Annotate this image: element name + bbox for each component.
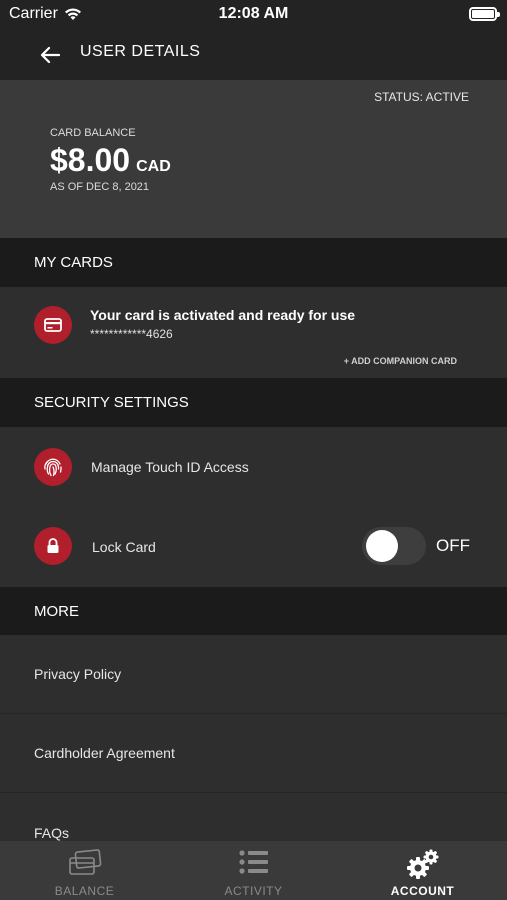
battery-icon (469, 7, 500, 21)
status-bar: Carrier 12:08 AM (0, 0, 507, 30)
balance-amount: $8.00 CAD (50, 142, 171, 179)
card-row[interactable]: Your card is activated and ready for use… (0, 287, 507, 378)
credit-card-icon (44, 318, 62, 332)
lock-card-label: Lock Card (92, 539, 156, 555)
tab-label: ACTIVITY (224, 884, 283, 898)
arrow-left-icon (40, 46, 60, 64)
cardholder-agreement-link[interactable]: Cardholder Agreement (0, 714, 507, 793)
lock-icon (47, 538, 59, 553)
tab-label: BALANCE (54, 884, 115, 898)
touch-id-icon-badge (34, 448, 72, 486)
gears-icon (406, 849, 438, 879)
back-button[interactable] (36, 42, 64, 68)
touch-id-label: Manage Touch ID Access (91, 459, 249, 475)
link-label: FAQs (34, 825, 70, 841)
add-companion-card-link[interactable]: + ADD COMPANION CARD (344, 356, 457, 366)
tab-account[interactable]: ACCOUNT (338, 841, 507, 900)
faqs-link[interactable]: FAQs (0, 793, 507, 841)
section-header-my-cards: MY CARDS (0, 238, 507, 287)
section-title: MORE (34, 602, 79, 620)
status-badge: STATUS: ACTIVE (374, 90, 469, 104)
balance-panel: STATUS: ACTIVE CARD BALANCE $8.00 CAD AS… (0, 80, 507, 238)
card-number: ************4626 (90, 327, 173, 341)
card-status: Your card is activated and ready for use (90, 307, 356, 323)
clock: 12:08 AM (218, 5, 289, 22)
tab-icon-wrap (0, 849, 169, 879)
balance-value: $8.00 (50, 142, 131, 178)
lock-card-toggle[interactable] (362, 527, 426, 565)
security-settings: Manage Touch ID Access Lock Card OFF (0, 427, 507, 587)
section-header-security: SECURITY SETTINGS (0, 378, 507, 427)
lock-card-state: OFF (436, 536, 470, 555)
section-title: MY CARDS (34, 254, 113, 271)
lock-card-row: Lock Card OFF (0, 507, 507, 587)
touch-id-row[interactable]: Manage Touch ID Access (0, 427, 507, 507)
balance-currency: CAD (136, 158, 171, 175)
link-label: Cardholder Agreement (34, 745, 175, 761)
tab-activity[interactable]: ACTIVITY (169, 841, 338, 900)
fingerprint-icon (44, 458, 62, 477)
tab-bar: BALANCE ACTIVITY ACCOUNT (0, 841, 507, 900)
toggle-knob (366, 530, 398, 562)
privacy-policy-link[interactable]: Privacy Policy (0, 635, 507, 714)
section-header-more: MORE (0, 587, 507, 635)
link-label: Privacy Policy (34, 666, 122, 682)
header: USER DETAILS (0, 30, 507, 80)
card-icon-badge (34, 306, 72, 344)
balance-label: CARD BALANCE (50, 127, 136, 139)
page-title: USER DETAILS (80, 43, 201, 60)
section-title: SECURITY SETTINGS (34, 394, 189, 411)
lock-icon-badge (34, 527, 72, 565)
balance-date: AS OF DEC 8, 2021 (50, 181, 150, 193)
list-icon (238, 850, 268, 874)
tab-balance[interactable]: BALANCE (0, 841, 169, 900)
tab-label: ACCOUNT (390, 884, 455, 898)
cards-icon (68, 849, 101, 875)
tab-icon-wrap (169, 849, 338, 879)
tab-icon-wrap (338, 849, 507, 879)
